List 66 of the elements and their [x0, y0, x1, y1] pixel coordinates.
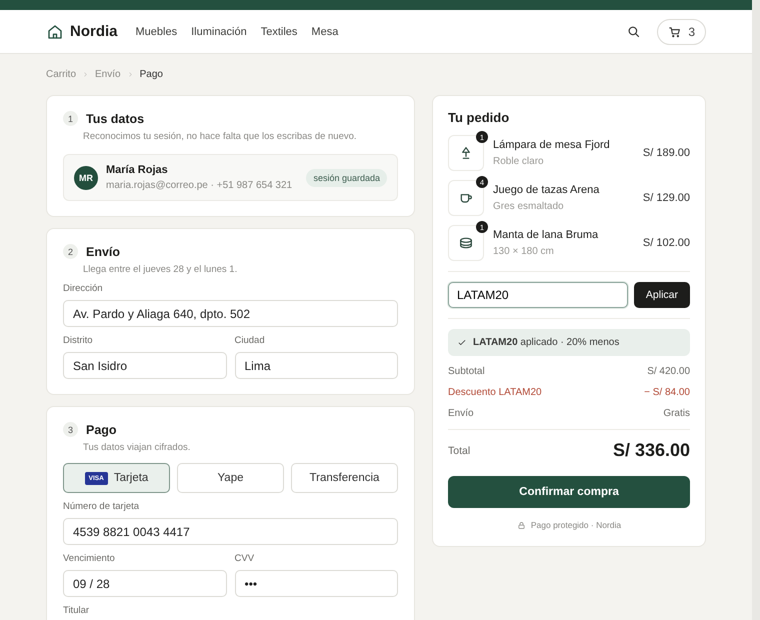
summary-value: Gratis [663, 408, 690, 419]
field-label: CVV [234, 553, 256, 564]
input-field[interactable]: San Isidro [63, 352, 226, 379]
coupon-field[interactable]: LATAM20 [448, 282, 628, 308]
field-label: Ciudad [234, 335, 266, 346]
section-title: Tus datos [86, 112, 144, 126]
product-variant: 130 × 180 cm [493, 246, 555, 257]
product-price: S/ 129.00 [642, 192, 690, 204]
step-number: 3 [63, 422, 78, 437]
input-field[interactable]: Av. Pardo y Aliaga 640, dpto. 502 [63, 300, 398, 327]
field-label: Dirección [63, 283, 104, 294]
section-title: Pago [86, 422, 117, 436]
summary-label: Subtotal [448, 366, 485, 377]
brand-name[interactable]: Nordia [70, 23, 118, 40]
chevron-icon [126, 71, 134, 78]
step-number: 2 [63, 244, 78, 259]
step-number: 1 [63, 111, 78, 126]
field-label: Titular [63, 605, 90, 616]
total-label: Total [448, 444, 470, 456]
cart-icon [668, 24, 682, 38]
section-subtitle: Reconocimos tu sesión, no hace falta que los escribas de nuevo. [83, 131, 358, 142]
avatar: MR [74, 166, 98, 190]
nav-link[interactable]: Textiles [260, 26, 298, 38]
confirm-button[interactable]: Confirmar compra [448, 476, 690, 508]
notice-text: LATAM20 aplicado · 20% menos [473, 337, 620, 348]
check-icon [457, 338, 467, 348]
chevron-icon [82, 71, 90, 78]
stack-icon [458, 235, 474, 251]
summary-label: Descuento LATAM20 [448, 387, 542, 398]
house-icon [46, 22, 64, 40]
total-amount: S/ 336.00 [612, 440, 690, 461]
cart-button[interactable]: 3 [657, 18, 706, 44]
input-field[interactable]: Lima [234, 352, 398, 379]
input-field[interactable]: ••• [234, 570, 398, 597]
product-name: Manta de lana Bruma [493, 229, 598, 241]
payment-method-tab[interactable]: Transferencia [291, 463, 398, 493]
nav-link[interactable]: Iluminación [191, 26, 247, 38]
product-variant: Roble claro [493, 156, 545, 167]
section-title: Envío [86, 244, 120, 258]
search-icon[interactable] [626, 24, 642, 39]
product-price: S/ 189.00 [642, 147, 690, 159]
apply-button[interactable]: Aplicar [634, 282, 690, 308]
field-label: Distrito [63, 335, 94, 346]
summary-label: Envío [448, 408, 474, 419]
secure-note: Pago protegido · Nordia [530, 520, 622, 530]
field-label: Número de tarjeta [63, 501, 140, 512]
payment-method-tab[interactable]: Yape [177, 463, 284, 493]
lock-icon [516, 520, 526, 530]
section-subtitle: Tus datos viajan cifrados. [83, 442, 192, 453]
nav-link[interactable]: Mesa [311, 26, 338, 38]
input-field[interactable]: 4539 8821 0043 4417 [63, 518, 398, 545]
order-title: Tu pedido [448, 110, 510, 125]
field-label: Vencimiento [63, 553, 116, 564]
product-price: S/ 102.00 [642, 237, 690, 249]
profile-contact: maria.rojas@correo.pe · +51 987 654 321 [106, 180, 292, 191]
product-variant: Gres esmaltado [493, 201, 565, 212]
summary-value: S/ 420.00 [647, 366, 690, 377]
section-subtitle: Llega entre el jueves 28 y el lunes 1. [83, 264, 238, 275]
session-badge: sesión guardada [306, 168, 387, 186]
nav-link[interactable]: Muebles [136, 26, 178, 38]
profile-name: María Rojas [106, 164, 169, 176]
input-field[interactable]: 09 / 28 [63, 570, 226, 597]
product-name: Juego de tazas Arena [493, 184, 600, 196]
breadcrumb-link[interactable]: Pago [140, 69, 163, 80]
summary-value: − S/ 84.00 [644, 387, 690, 398]
product-name: Lámpara de mesa Fjord [493, 139, 610, 151]
